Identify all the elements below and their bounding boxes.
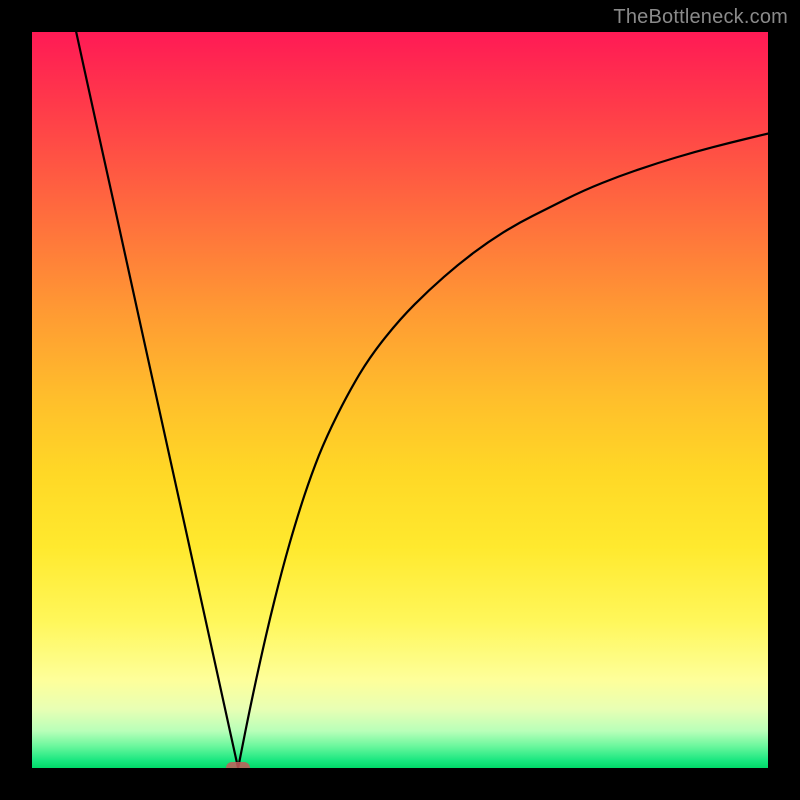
plot-area (32, 32, 768, 768)
chart-frame: TheBottleneck.com (0, 0, 800, 800)
curve-path (76, 32, 768, 768)
watermark-text: TheBottleneck.com (613, 6, 788, 29)
vertex-marker (226, 762, 250, 768)
bottleneck-curve (32, 32, 768, 768)
